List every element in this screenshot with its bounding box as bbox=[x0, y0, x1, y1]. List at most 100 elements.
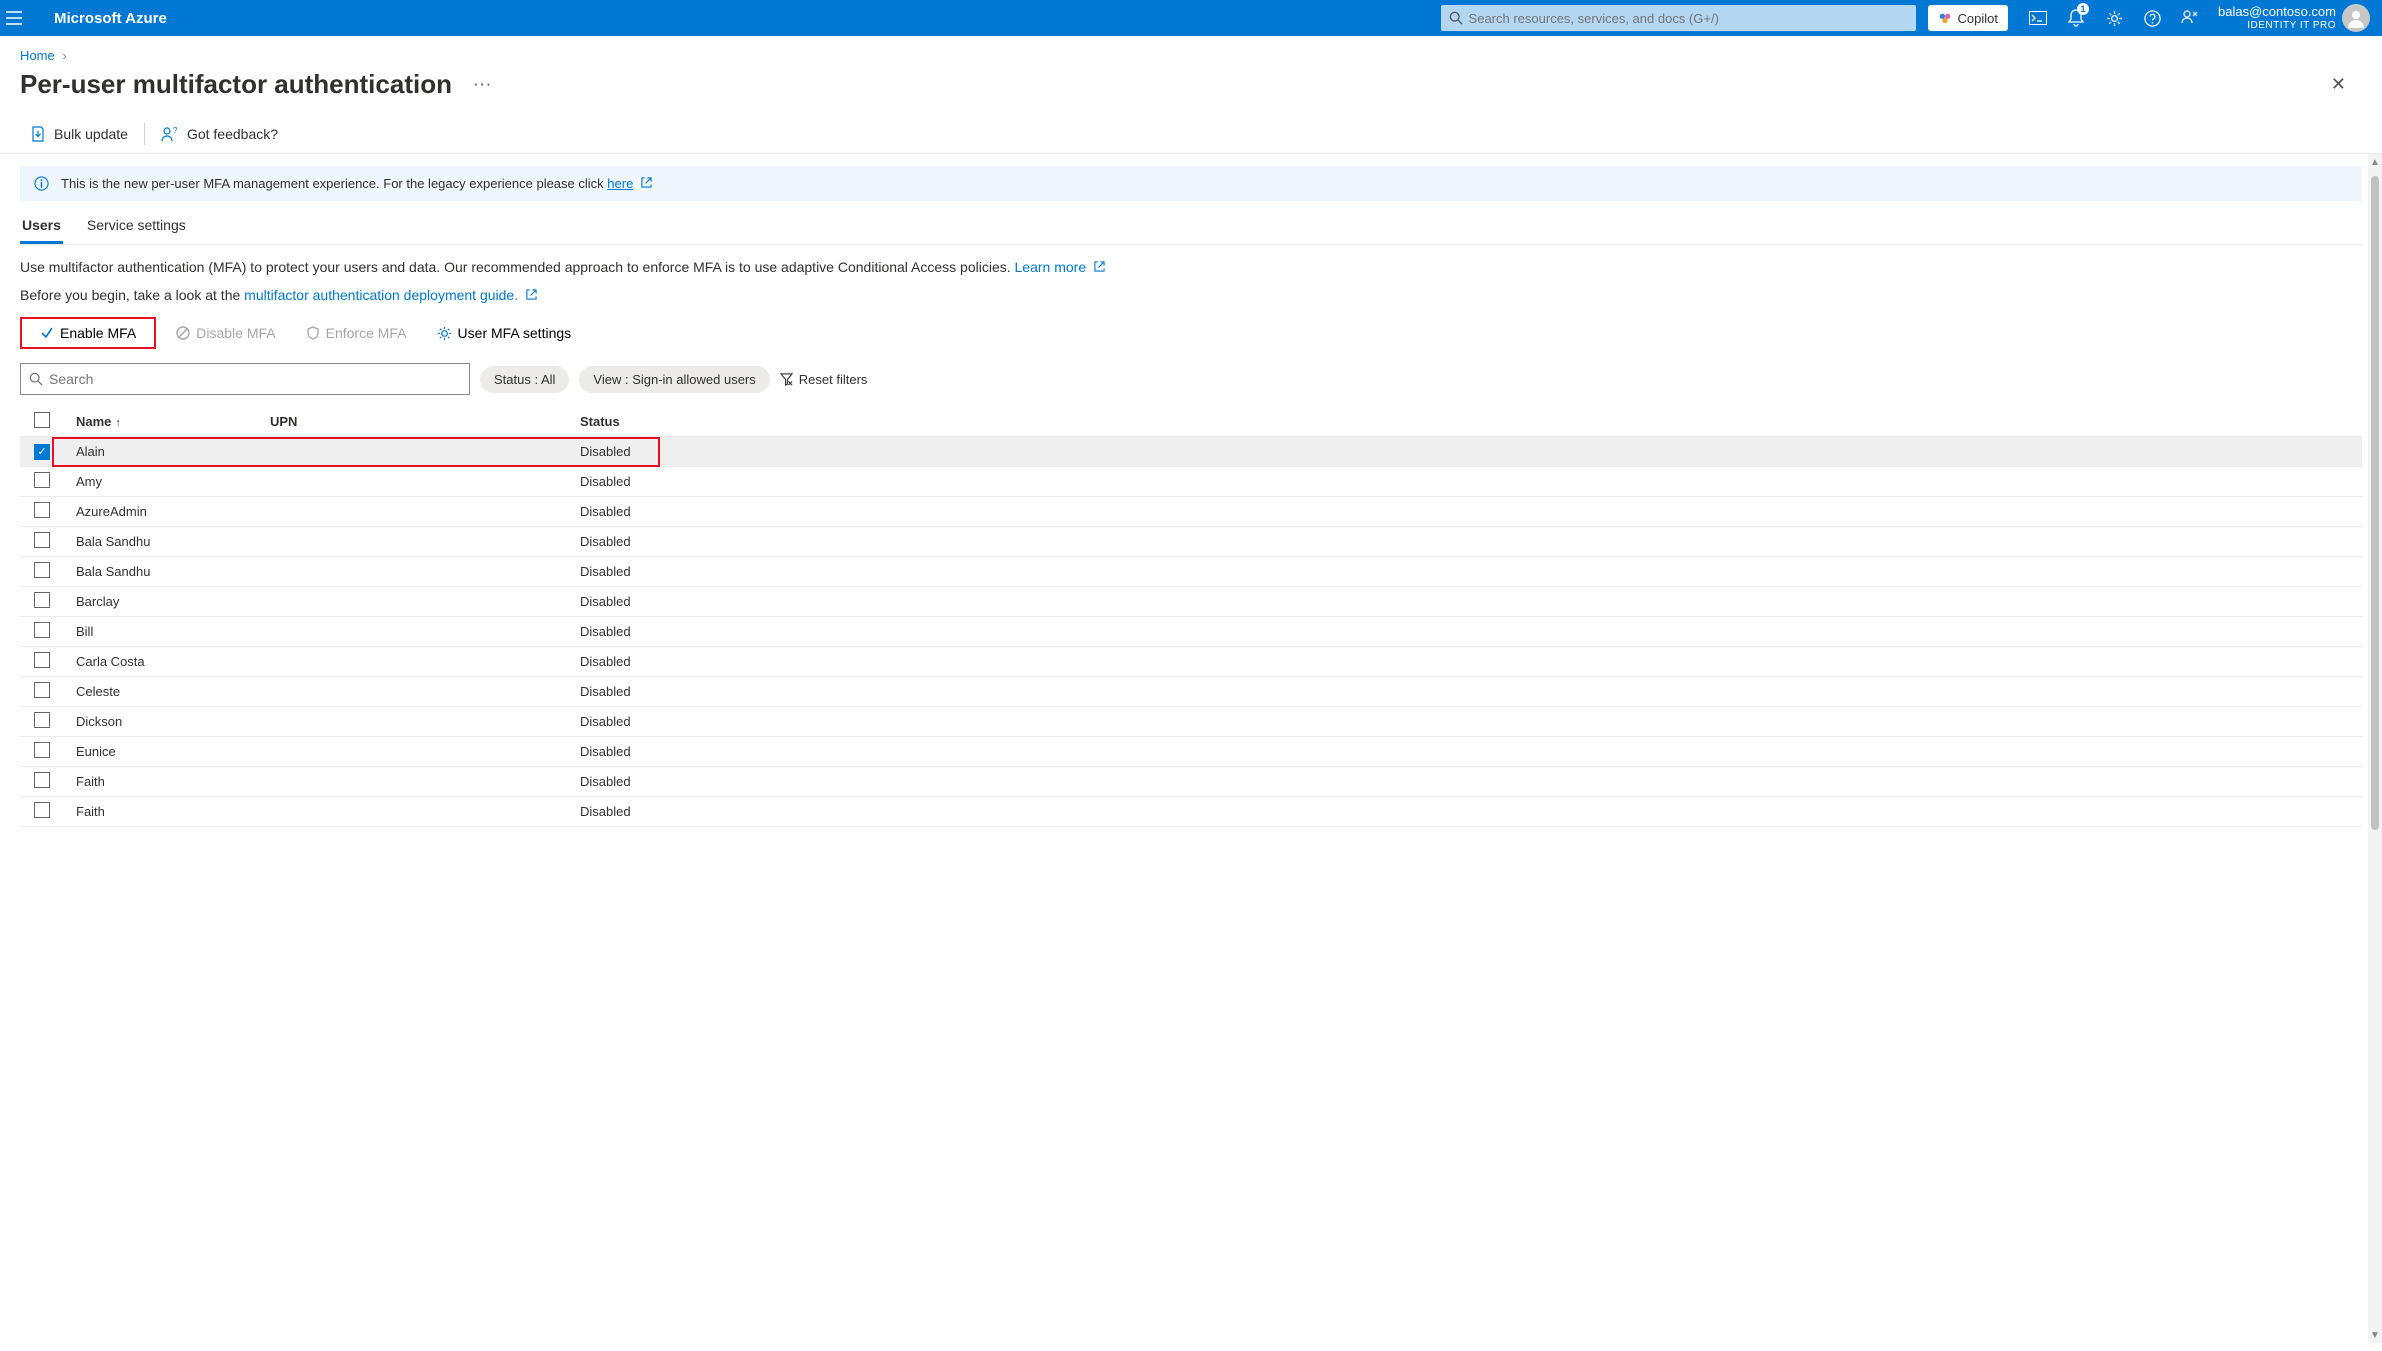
row-status-cell: Disabled bbox=[580, 654, 2362, 669]
table-header-row: Name↑ UPN Status bbox=[20, 407, 2362, 437]
table-body: ✓AlainDisabledAmyDisabledAzureAdminDisab… bbox=[20, 437, 2362, 827]
got-feedback-label: Got feedback? bbox=[187, 126, 278, 142]
row-checkbox[interactable] bbox=[34, 682, 50, 698]
row-name-cell: Barclay bbox=[70, 594, 270, 609]
table-row[interactable]: ✓AlainDisabled bbox=[20, 437, 2362, 467]
cloud-shell-icon[interactable] bbox=[2020, 0, 2056, 36]
search-icon bbox=[1449, 11, 1463, 25]
view-filter-pill[interactable]: View : Sign-in allowed users bbox=[579, 366, 769, 393]
row-checkbox[interactable] bbox=[34, 472, 50, 488]
scrollbar-thumb[interactable] bbox=[2371, 176, 2379, 830]
row-checkbox[interactable] bbox=[34, 742, 50, 758]
row-name-cell: AzureAdmin bbox=[70, 504, 270, 519]
row-checkbox[interactable] bbox=[34, 592, 50, 608]
header-icon-group: 1 bbox=[2020, 0, 2208, 36]
close-icon[interactable]: ✕ bbox=[2323, 70, 2354, 99]
account-info[interactable]: balas@contoso.com IDENTITY IT PRO bbox=[2218, 4, 2336, 32]
row-status-cell: Disabled bbox=[580, 804, 2362, 819]
table-row[interactable]: CelesteDisabled bbox=[20, 677, 2362, 707]
banner-text: This is the new per-user MFA management … bbox=[61, 176, 652, 191]
status-filter-pill[interactable]: Status : All bbox=[480, 366, 569, 393]
table-row[interactable]: DicksonDisabled bbox=[20, 707, 2362, 737]
user-search-input[interactable] bbox=[49, 371, 461, 387]
chevron-right-icon: › bbox=[62, 48, 66, 63]
external-link-icon bbox=[1094, 259, 1105, 275]
breadcrumb: Home › bbox=[0, 36, 2382, 63]
prohibit-icon bbox=[176, 326, 190, 340]
bulk-update-label: Bulk update bbox=[54, 126, 128, 142]
learn-more-link[interactable]: Learn more bbox=[1015, 259, 1087, 275]
notifications-icon[interactable]: 1 bbox=[2058, 0, 2094, 36]
enable-mfa-button[interactable]: Enable MFA bbox=[30, 321, 146, 345]
row-name-cell: Bala Sandhu bbox=[70, 534, 270, 549]
row-checkbox[interactable] bbox=[34, 652, 50, 668]
row-checkbox[interactable] bbox=[34, 562, 50, 578]
row-checkbox[interactable]: ✓ bbox=[34, 444, 50, 460]
external-link-icon bbox=[641, 176, 652, 191]
table-row[interactable]: Bala SandhuDisabled bbox=[20, 557, 2362, 587]
table-row[interactable]: Eunice Disabled bbox=[20, 737, 2362, 767]
disable-mfa-button: Disable MFA bbox=[166, 321, 285, 345]
tabs: Users Service settings bbox=[20, 211, 2362, 245]
vertical-scrollbar[interactable]: ▲ ▼ bbox=[2368, 154, 2382, 1343]
column-header-status[interactable]: Status bbox=[580, 414, 2362, 429]
row-name-cell: Alain bbox=[70, 444, 270, 459]
row-status-cell: Disabled bbox=[580, 624, 2362, 639]
row-checkbox[interactable] bbox=[34, 502, 50, 518]
row-name-cell: Amy bbox=[70, 474, 270, 489]
select-all-checkbox[interactable] bbox=[34, 412, 50, 428]
hamburger-menu-icon[interactable] bbox=[6, 11, 46, 25]
account-role: IDENTITY IT PRO bbox=[2247, 20, 2336, 32]
row-name-cell: Dickson bbox=[70, 714, 270, 729]
row-status-cell: Disabled bbox=[580, 744, 2362, 759]
table-row[interactable]: Bill Disabled bbox=[20, 617, 2362, 647]
separator bbox=[144, 123, 145, 145]
tab-service-settings[interactable]: Service settings bbox=[85, 211, 188, 244]
global-search-input[interactable] bbox=[1469, 11, 1908, 26]
shield-icon bbox=[306, 326, 320, 340]
avatar[interactable] bbox=[2342, 4, 2370, 32]
info-banner: This is the new per-user MFA management … bbox=[20, 166, 2362, 201]
tab-users[interactable]: Users bbox=[20, 211, 63, 244]
table-row[interactable]: AzureAdminDisabled bbox=[20, 497, 2362, 527]
user-search[interactable] bbox=[20, 363, 470, 395]
help-icon[interactable] bbox=[2134, 0, 2170, 36]
row-name-cell: Eunice bbox=[70, 744, 270, 759]
filter-reset-icon bbox=[780, 373, 793, 386]
column-header-upn[interactable]: UPN bbox=[270, 414, 580, 429]
row-name-cell: Bill bbox=[70, 624, 270, 639]
row-checkbox[interactable] bbox=[34, 622, 50, 638]
row-checkbox[interactable] bbox=[34, 772, 50, 788]
table-row[interactable]: Bala SandhuDisabled bbox=[20, 527, 2362, 557]
page-header: Per-user multifactor authentication ··· … bbox=[0, 63, 2382, 114]
brand-label[interactable]: Microsoft Azure bbox=[54, 10, 167, 27]
table-row[interactable]: BarclayDisabled bbox=[20, 587, 2362, 617]
row-checkbox[interactable] bbox=[34, 532, 50, 548]
feedback-person-icon: ? bbox=[161, 126, 179, 142]
info-icon bbox=[34, 176, 49, 191]
global-search[interactable] bbox=[1441, 5, 1916, 31]
scroll-up-arrow-icon[interactable]: ▲ bbox=[2368, 154, 2382, 170]
feedback-icon[interactable] bbox=[2172, 0, 2208, 36]
column-header-name[interactable]: Name↑ bbox=[70, 414, 270, 429]
table-row[interactable]: Carla CostaDisabled bbox=[20, 647, 2362, 677]
table-row[interactable]: AmyDisabled bbox=[20, 467, 2362, 497]
person-icon bbox=[2346, 8, 2366, 28]
more-icon[interactable]: ··· bbox=[474, 77, 493, 92]
checkmark-icon bbox=[40, 326, 54, 340]
breadcrumb-home[interactable]: Home bbox=[20, 48, 55, 63]
row-status-cell: Disabled bbox=[580, 774, 2362, 789]
row-checkbox[interactable] bbox=[34, 712, 50, 728]
bulk-update-button[interactable]: Bulk update bbox=[20, 118, 138, 150]
got-feedback-button[interactable]: ? Got feedback? bbox=[151, 118, 288, 150]
deployment-guide-link[interactable]: multifactor authentication deployment gu… bbox=[244, 287, 518, 303]
table-row[interactable]: FaithDisabled bbox=[20, 767, 2362, 797]
table-row[interactable]: FaithDisabled bbox=[20, 797, 2362, 827]
settings-icon[interactable] bbox=[2096, 0, 2132, 36]
user-mfa-settings-button[interactable]: User MFA settings bbox=[427, 321, 582, 345]
reset-filters-button[interactable]: Reset filters bbox=[780, 372, 868, 387]
row-checkbox[interactable] bbox=[34, 802, 50, 818]
copilot-button[interactable]: Copilot bbox=[1928, 5, 2008, 31]
banner-legacy-link[interactable]: here bbox=[607, 176, 633, 191]
scroll-down-arrow-icon[interactable]: ▼ bbox=[2368, 1327, 2382, 1343]
